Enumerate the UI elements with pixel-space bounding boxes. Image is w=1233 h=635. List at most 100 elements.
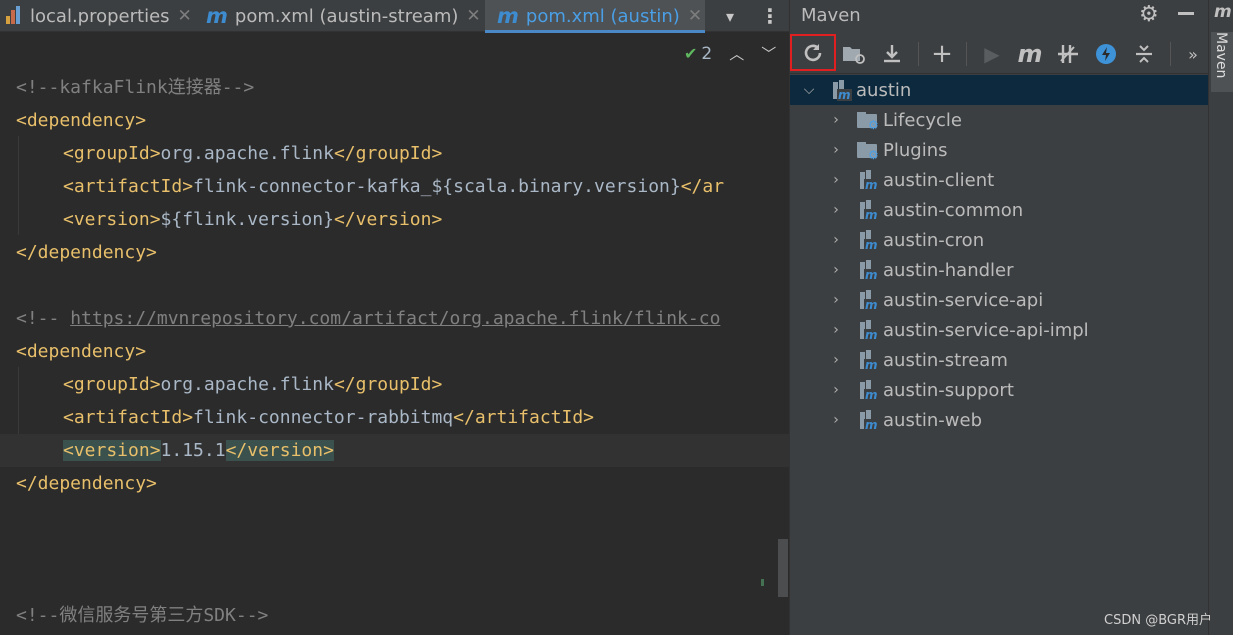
toolbar-separator — [918, 42, 919, 66]
tree-node-module[interactable]: › m austin-service-api — [790, 285, 1209, 315]
code-line: <groupId>org.apache.flink</groupId> — [63, 374, 443, 395]
panel-title: Maven — [801, 4, 861, 26]
code-line: <groupId>org.apache.flink</groupId> — [63, 143, 443, 164]
toolbar-separator — [966, 42, 967, 66]
offline-icon — [1058, 45, 1078, 63]
maven-m-icon: m — [1214, 2, 1232, 22]
chevron-right-icon[interactable]: › — [829, 202, 843, 218]
tree-node-root[interactable]: ⌵ m austin — [790, 75, 1209, 105]
reload-all-projects-button[interactable] — [790, 34, 836, 71]
close-icon[interactable]: ✕ — [466, 6, 480, 26]
properties-file-icon — [6, 6, 23, 26]
tree-node-label: austin-client — [883, 169, 995, 191]
code-line: <dependency> — [16, 341, 147, 362]
maven-module-icon: m — [858, 199, 879, 221]
code-line: </dependency> — [16, 473, 157, 494]
generate-sources-button[interactable] — [836, 37, 872, 71]
tree-node-module[interactable]: › m austin-web — [790, 405, 1209, 435]
skip-tests-button[interactable] — [1088, 37, 1124, 71]
chevron-down-icon[interactable]: ﹀ — [761, 43, 776, 64]
download-sources-button[interactable] — [874, 37, 910, 71]
tree-node-label: austin-common — [883, 199, 1024, 221]
maven-module-icon: m — [858, 319, 879, 341]
repository-link[interactable]: https://mvnrepository.com/artifact/org.a… — [70, 308, 720, 329]
chevron-up-icon[interactable]: ︿ — [729, 43, 744, 64]
tree-node-label: austin-handler — [883, 259, 1014, 281]
chevron-right-icon[interactable]: › — [829, 352, 843, 368]
code-line: <dependency> — [16, 110, 147, 131]
tree-node-label: austin-service-api-impl — [883, 319, 1089, 341]
watermark: CSDN @BGR用户 — [1104, 613, 1212, 628]
code-editor[interactable]: ✔ 2 ︿ ﹀ <!--kafkaFlink连接器--> <dependency… — [0, 33, 789, 635]
tree-node-module[interactable]: › m austin-client — [790, 165, 1209, 195]
chevron-down-icon[interactable]: ▾ — [715, 0, 745, 32]
add-project-button[interactable]: + — [924, 37, 960, 71]
tree-node-module[interactable]: › m austin-handler — [790, 255, 1209, 285]
tab-label: pom.xml (austin-stream) — [234, 5, 459, 27]
collapse-all-button[interactable] — [1126, 37, 1162, 71]
maven-file-icon: m — [206, 4, 228, 28]
close-icon[interactable]: ✕ — [178, 6, 192, 26]
chevron-right-icon[interactable]: › — [829, 292, 843, 308]
maven-module-icon: m — [831, 79, 852, 101]
chevron-right-icon[interactable]: › — [829, 172, 843, 188]
plus-icon: + — [931, 39, 953, 69]
tab-pom-austin[interactable]: m pom.xml (austin) ✕ — [485, 0, 705, 33]
change-marker — [761, 579, 764, 586]
tree-node-module[interactable]: › m austin-stream — [790, 345, 1209, 375]
lightning-icon — [1096, 44, 1116, 64]
chevron-right-icon[interactable]: › — [829, 412, 843, 428]
code-line-current: <version>1.15.1</version> — [63, 440, 334, 461]
inspection-count: 2 — [701, 43, 713, 64]
maven-module-icon: m — [858, 169, 879, 191]
toolbar-separator — [1170, 42, 1171, 66]
code-line: <!-- https://mvnrepository.com/artifact/… — [16, 308, 721, 329]
toolbar-overflow-button[interactable]: » — [1178, 37, 1208, 71]
tree-node-label: austin-web — [883, 409, 982, 431]
refresh-icon — [804, 43, 822, 61]
double-check-icon: ✔ — [684, 44, 698, 63]
chevron-right-icon[interactable]: › — [829, 142, 843, 158]
tab-label: pom.xml (austin) — [525, 5, 680, 27]
inspection-widget[interactable]: ✔ 2 ︿ ﹀ — [684, 43, 776, 64]
run-button[interactable]: ▶ — [974, 37, 1010, 71]
gear-icon[interactable]: ⚙ — [1139, 2, 1159, 27]
code-line: <!--kafkaFlink连接器--> — [16, 77, 255, 98]
maven-module-icon: m — [858, 379, 879, 401]
tree-node-module[interactable]: › m austin-support — [790, 375, 1209, 405]
maven-stripe-button[interactable]: Maven — [1211, 32, 1233, 92]
tab-local-properties[interactable]: local.properties ✕ — [0, 0, 196, 32]
chevron-right-icon[interactable]: › — [829, 232, 843, 248]
tree-node-label: Lifecycle — [883, 109, 962, 131]
minimize-icon[interactable] — [1178, 12, 1194, 15]
code-line: </dependency> — [16, 242, 157, 263]
chevron-down-icon[interactable]: ⌵ — [802, 82, 816, 98]
tree-node-module[interactable]: › m austin-service-api-impl — [790, 315, 1209, 345]
code-line: <!--微信服务号第三方SDK--> — [16, 605, 269, 626]
tree-node-module[interactable]: › m austin-cron — [790, 225, 1209, 255]
chevron-right-icon[interactable]: › — [829, 382, 843, 398]
tab-pom-austin-stream[interactable]: m pom.xml (austin-stream) ✕ — [206, 0, 482, 32]
chevron-right-icon[interactable]: › — [829, 322, 843, 338]
maven-module-icon: m — [858, 409, 879, 431]
tree-node-label: austin-support — [883, 379, 1014, 401]
tree-node-plugins[interactable]: › ⚙ Plugins — [790, 135, 1209, 165]
close-icon[interactable]: ✕ — [688, 6, 702, 26]
tree-node-label: Plugins — [883, 139, 948, 161]
toggle-offline-button[interactable] — [1050, 37, 1086, 71]
tree-node-lifecycle[interactable]: › ⚙ Lifecycle — [790, 105, 1209, 135]
chevron-right-icon[interactable]: › — [829, 262, 843, 278]
maven-tool-window: Maven ⚙ + ▶ m » ⌵ m austin › ⚙ Lifecycle… — [789, 0, 1209, 635]
editor-tab-bar: local.properties ✕ m pom.xml (austin-str… — [0, 0, 789, 33]
double-chevron-right-icon: » — [1188, 44, 1198, 64]
chevron-right-icon[interactable]: › — [829, 112, 843, 128]
editor-scrollbar-thumb[interactable] — [778, 539, 788, 597]
execute-goal-button[interactable]: m — [1012, 37, 1048, 71]
folder-refresh-icon — [843, 47, 865, 64]
code-line: <artifactId>flink-connector-rabbitmq</ar… — [63, 407, 595, 428]
tree-node-label: austin-service-api — [883, 289, 1044, 311]
more-vertical-icon[interactable]: ⋮ — [758, 0, 782, 32]
tree-node-label: austin — [856, 79, 912, 101]
maven-toolbar: + ▶ m » — [790, 34, 1209, 74]
tree-node-module[interactable]: › m austin-common — [790, 195, 1209, 225]
